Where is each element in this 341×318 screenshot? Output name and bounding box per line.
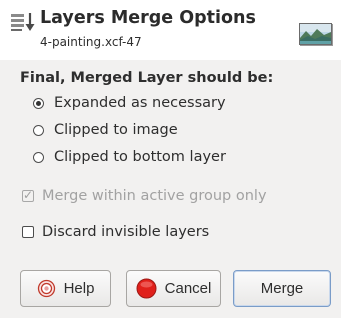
landscape-thumbnail-icon (300, 24, 331, 44)
help-button-label: Help (63, 280, 95, 297)
checkmark-icon: ✓ (23, 188, 34, 202)
cancel-button[interactable]: Cancel (126, 270, 221, 307)
merge-within-group-checkbox: ✓ (22, 188, 34, 202)
cancel-icon (136, 278, 157, 299)
radio-clipped-to-image[interactable]: Clipped to image (33, 120, 178, 140)
merge-button-label: Merge (260, 280, 304, 297)
radio-label-clipped-bottom: Clipped to bottom layer (54, 149, 226, 165)
radio-button-selected[interactable] (33, 97, 44, 109)
merge-button[interactable]: Merge (233, 270, 331, 307)
layer-preview-thumbnail (299, 23, 332, 45)
dialog-title: Layers Merge Options (40, 8, 256, 28)
help-button[interactable]: Help (20, 270, 111, 307)
merge-within-group-label: Merge within active group only (42, 188, 267, 204)
layers-merge-options-dialog: Layers Merge Options 4-painting.xcf-47 F… (0, 0, 341, 318)
radio-button[interactable] (33, 124, 44, 136)
radio-label-expanded: Expanded as necessary (54, 95, 226, 111)
image-name-subtitle: 4-painting.xcf-47 (40, 35, 142, 49)
merge-layers-icon (11, 13, 35, 31)
help-icon (37, 279, 55, 298)
dialog-header: Layers Merge Options 4-painting.xcf-47 (0, 0, 341, 60)
discard-invisible-checkbox[interactable] (22, 226, 34, 238)
discard-invisible-label: Discard invisible layers (42, 224, 210, 240)
cancel-button-label: Cancel (164, 280, 212, 297)
radio-button[interactable] (33, 151, 44, 163)
merge-within-group-checkbox-row: ✓ Merge within active group only (22, 186, 267, 206)
discard-invisible-checkbox-row[interactable]: Discard invisible layers (22, 222, 209, 242)
radio-clipped-to-bottom-layer[interactable]: Clipped to bottom layer (33, 147, 226, 167)
merge-mode-section-label: Final, Merged Layer should be: (20, 70, 274, 86)
radio-expanded-as-necessary[interactable]: Expanded as necessary (33, 93, 226, 113)
radio-label-clipped-image: Clipped to image (54, 122, 178, 138)
